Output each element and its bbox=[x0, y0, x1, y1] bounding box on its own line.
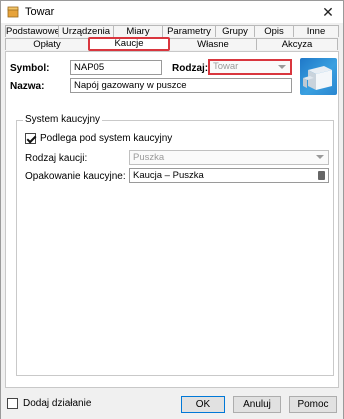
chevron-down-icon bbox=[316, 155, 324, 159]
group-title: System kaucyjny bbox=[23, 114, 103, 125]
opakowanie-field[interactable]: Kaucja – Puszka bbox=[129, 168, 329, 183]
tab-urzadzenia[interactable]: Urządzenia bbox=[58, 25, 114, 37]
tab-content-panel: Symbol: NAP05 Rodzaj: Towar Nazwa: Napój… bbox=[5, 51, 339, 388]
add-action-label[interactable]: Dodaj działanie bbox=[23, 398, 91, 409]
tab-wlasne[interactable]: Własne bbox=[169, 38, 257, 50]
deposit-system-checkbox[interactable] bbox=[25, 133, 36, 144]
tab-podstawowe[interactable]: Podstawowe bbox=[5, 25, 60, 37]
deposit-system-group: System kaucyjny Podlega pod system kaucy… bbox=[16, 114, 334, 376]
tab-opis[interactable]: Opis bbox=[254, 25, 294, 37]
tab-kaucje[interactable]: Kaucje bbox=[88, 37, 170, 51]
deposit-system-checkbox-label[interactable]: Podlega pod system kaucyjny bbox=[40, 133, 172, 144]
close-icon[interactable]: ✕ bbox=[319, 4, 337, 20]
picker-icon[interactable] bbox=[318, 171, 325, 180]
tab-row-2: Opłaty Kaucje Własne Akcyza bbox=[5, 37, 339, 51]
rodzaj-dropdown[interactable]: Towar bbox=[208, 59, 292, 75]
tab-grupy[interactable]: Grupy bbox=[215, 25, 255, 37]
rodzaj-kaucji-dropdown[interactable]: Puszka bbox=[129, 150, 329, 165]
cancel-button[interactable]: Anuluj bbox=[233, 396, 281, 413]
ok-button[interactable]: OK bbox=[181, 396, 225, 413]
dialog-window: Towar ✕ Podstawowe Urządzenia Miary Para… bbox=[0, 0, 344, 419]
rodzaj-value: Towar bbox=[213, 61, 239, 72]
rodzaj-label: Rodzaj: bbox=[172, 63, 209, 74]
opakowanie-value: Kaucja – Puszka bbox=[133, 170, 204, 181]
opakowanie-label: Opakowanie kaucyjne: bbox=[25, 171, 126, 182]
help-button[interactable]: Pomoc bbox=[289, 396, 337, 413]
title-bar: Towar ✕ bbox=[1, 1, 343, 23]
symbol-label: Symbol: bbox=[10, 63, 50, 74]
tab-akcyza[interactable]: Akcyza bbox=[256, 38, 338, 50]
chevron-down-icon bbox=[278, 65, 286, 69]
tab-inne[interactable]: Inne bbox=[293, 25, 339, 37]
nazwa-field[interactable]: Napój gazowany w puszce bbox=[70, 78, 292, 93]
app-icon bbox=[7, 6, 19, 18]
add-action-checkbox[interactable] bbox=[7, 398, 18, 409]
tab-row-1: Podstawowe Urządzenia Miary Parametry Gr… bbox=[5, 25, 339, 37]
window-title: Towar bbox=[25, 6, 55, 18]
product-image[interactable] bbox=[300, 58, 337, 95]
rodzaj-kaucji-label: Rodzaj kaucji: bbox=[25, 153, 88, 164]
symbol-field[interactable]: NAP05 bbox=[70, 60, 162, 75]
rodzaj-kaucji-value: Puszka bbox=[133, 152, 165, 163]
tab-parametry[interactable]: Parametry bbox=[162, 25, 216, 37]
product-box-icon bbox=[303, 66, 332, 90]
nazwa-label: Nazwa: bbox=[10, 81, 45, 92]
dialog-footer: Dodaj działanie OK Anuluj Pomoc bbox=[1, 389, 343, 419]
tab-miary[interactable]: Miary bbox=[113, 25, 163, 37]
tab-oplaty[interactable]: Opłaty bbox=[5, 38, 89, 50]
